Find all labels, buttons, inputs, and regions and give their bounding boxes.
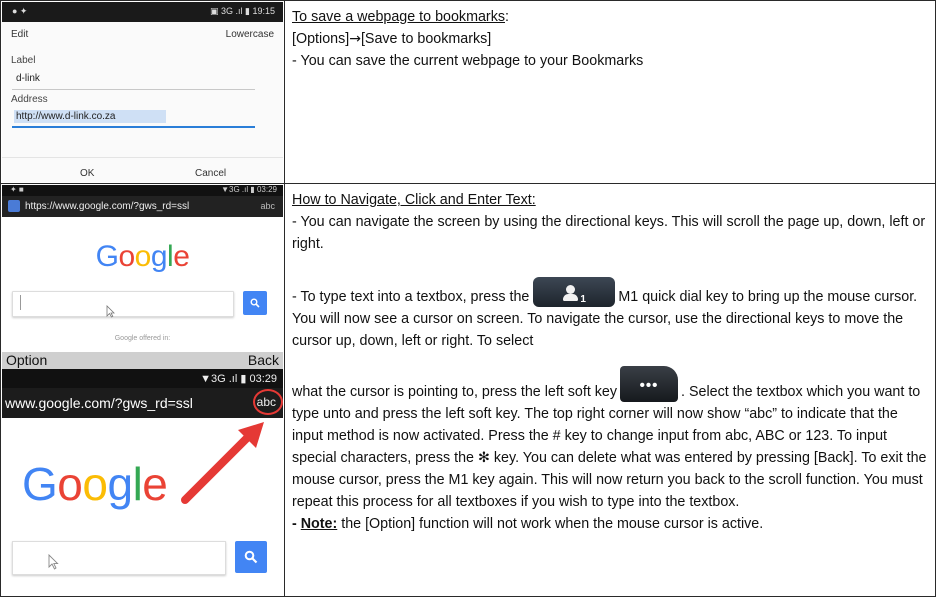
google-logo: Google [95,240,190,273]
dialog-title: Edit [11,29,29,40]
mouse-pointer-icon [106,305,115,321]
ok-button: OK [80,168,95,179]
url-bar: https://www.google.com/?gws_rd=ssl abc [2,196,283,217]
save-bookmark-text: To save a webpage to bookmarks: [Options… [292,6,927,72]
navigate-paragraph-2: - To type text into a textbox, press the… [292,277,927,352]
text-caret [20,295,21,310]
search-input [12,291,234,317]
status-right: ▼3G .ıl ▮ 03:29 [221,185,277,194]
mouse-pointer-icon [48,553,59,573]
navigate-paragraph-1: - You can navigate the screen by using t… [292,214,926,252]
navigate-text: How to Navigate, Click and Enter Text: -… [292,189,927,535]
status-left: ● ✦ [12,6,28,16]
url-text: https://www.google.com/?gws_rd=ssl [25,201,190,212]
status-bar: ✦ ■ ▼3G .ıl ▮ 03:29 [2,185,283,196]
dialog-buttons: OK Cancel [2,164,283,182]
navigate-paragraph-3: what the cursor is pointing to, press th… [292,366,927,513]
google-favicon-icon [8,200,20,212]
label-caption: Label [11,55,36,66]
label-underline [12,89,255,90]
m1-quick-dial-key-icon: 1 [533,277,616,307]
address-caption: Address [11,94,48,105]
address-underline [12,126,255,128]
lowercase-indicator: Lowercase [225,29,274,40]
cancel-button: Cancel [195,168,227,179]
label-field: d-link [16,73,40,84]
status-left: ✦ ■ [10,185,24,194]
save-bookmark-heading: To save a webpage to bookmarks: [292,9,509,25]
save-bookmark-desc: - You can save the current webpage to yo… [292,53,644,69]
search-button [243,291,267,315]
search-icon [250,298,260,308]
note-label: Note: [300,516,338,532]
search-input [12,541,226,575]
table-row-navigate: ✦ ■ ▼3G .ıl ▮ 03:29 https://www.google.c… [1,184,935,596]
arrow-icon: → [349,31,361,47]
instruction-table: ● ✦ ▣ 3G .ıl ▮ 19:15 Edit Lowercase Labe… [0,0,936,597]
note-line: - Note: the [Option] function will not w… [292,516,764,532]
google-screenshot-large: Option Back ▼3G .ıl ▮ 03:29 www.google.c… [2,352,283,595]
search-button [235,541,267,573]
button-divider [2,157,283,158]
table-row-save-bookmark: ● ✦ ▣ 3G .ıl ▮ 19:15 Edit Lowercase Labe… [1,1,935,184]
status-right: ▣ 3G .ıl ▮ 19:15 [210,6,275,16]
input-mode-indicator: abc [260,201,275,211]
google-offered-in: Google offered in: [114,335,171,342]
left-soft-key-icon: ••• [620,366,679,402]
edit-bookmark-screenshot: ● ✦ ▣ 3G .ıl ▮ 19:15 Edit Lowercase Labe… [2,2,283,182]
save-bookmark-path: [Options]→[Save to bookmarks] [292,31,492,47]
google-screenshot-small: ✦ ■ ▼3G .ıl ▮ 03:29 https://www.google.c… [2,185,283,350]
address-field: http://www.d-link.co.za [14,110,166,123]
navigate-heading: How to Navigate, Click and Enter Text: [292,192,536,208]
search-icon [244,550,258,564]
status-bar: ● ✦ ▣ 3G .ıl ▮ 19:15 [2,2,283,22]
